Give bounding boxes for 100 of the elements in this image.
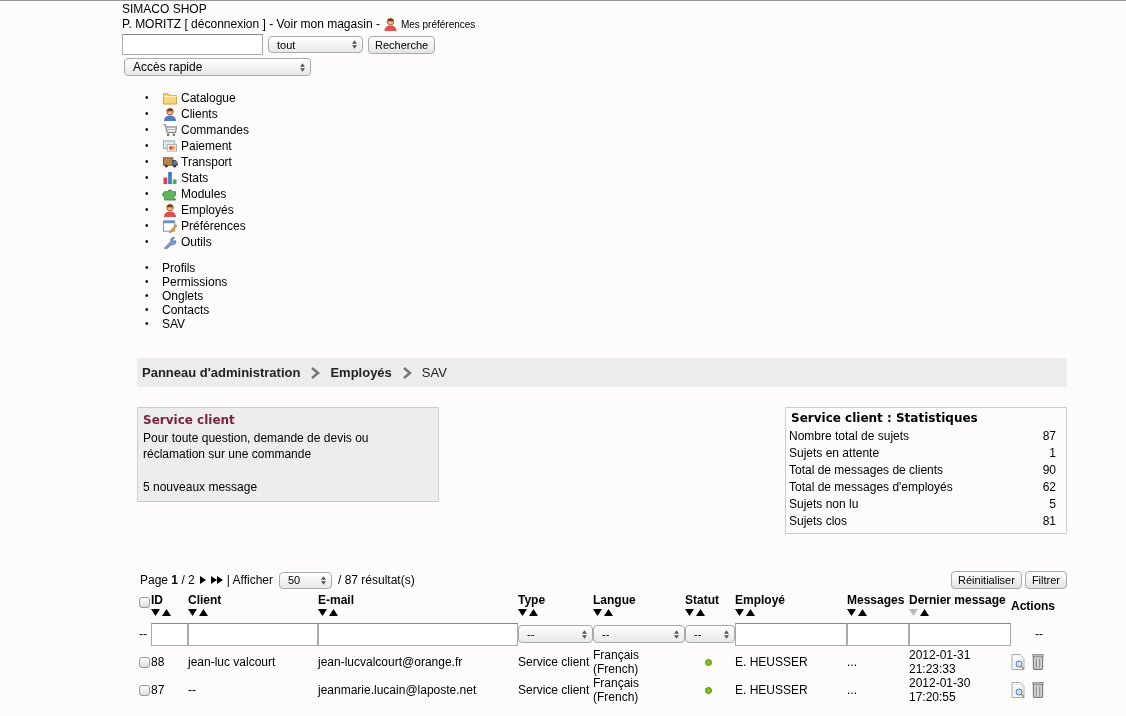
filter-dropdown[interactable]: -- [518, 625, 593, 643]
search-button[interactable]: Recherche [368, 35, 436, 54]
menu-item[interactable]: Préférences [181, 219, 246, 233]
table-cell: 88 [151, 655, 165, 669]
table-cell: Français (French) [593, 648, 639, 676]
table-cell: -- [188, 683, 196, 697]
filter-field[interactable] [151, 622, 188, 646]
table-cell: jean-lucvalcourt@orange.fr [318, 655, 463, 669]
stat-value: 81 [1042, 513, 1056, 530]
column-header: Dernier message [909, 593, 1007, 607]
bullet: • [145, 289, 150, 303]
stat-label: Nombre total de sujets [789, 428, 910, 445]
wrench-icon [162, 235, 178, 249]
row-checkbox[interactable] [139, 684, 150, 696]
filter-dropdown[interactable]: -- [685, 625, 735, 643]
table-cell: jean-luc valcourt [188, 655, 276, 669]
reset-button[interactable]: Réinitialiser [951, 571, 1022, 589]
quick-access-dropdown[interactable]: Accès rapide [124, 58, 311, 76]
table-cell: Service client [518, 655, 590, 669]
menu-item[interactable]: Transport [181, 155, 232, 169]
stat-label: Sujets en attente [789, 445, 880, 462]
sort-descending-icon[interactable] [685, 609, 694, 616]
truck-icon [162, 155, 178, 169]
sort-ascending-icon[interactable] [329, 609, 338, 616]
filter-dropdown[interactable]: -- [593, 625, 685, 643]
sort-ascending-icon[interactable] [162, 609, 171, 616]
menu-item[interactable]: Outils [181, 235, 212, 249]
bullet: • [145, 203, 150, 217]
chevron-right-icon [310, 366, 321, 379]
trash-can-icon[interactable] [1031, 682, 1045, 698]
filter-field[interactable] [847, 622, 909, 646]
menu-item[interactable]: Commandes [181, 123, 250, 137]
sort-descending-icon[interactable] [318, 609, 327, 616]
bullet: • [145, 91, 150, 105]
menu-item[interactable]: Modules [181, 187, 227, 201]
sort-ascending-icon[interactable] [604, 609, 613, 616]
menu-item[interactable]: Stats [181, 171, 209, 185]
sort-ascending-icon[interactable] [746, 609, 755, 616]
shop-name: SIMACO SHOP [122, 1, 208, 17]
filter-button[interactable]: Filtrer [1024, 571, 1067, 589]
chevron-right-icon [401, 366, 412, 379]
next-page-icon[interactable] [197, 575, 207, 585]
search-field[interactable] [122, 34, 263, 55]
table-cell: E. HEUSSER [735, 683, 808, 697]
view-document-icon[interactable] [1011, 654, 1025, 670]
column-header: Employé [735, 593, 786, 607]
filter-field[interactable] [909, 622, 1011, 646]
person-icon [382, 17, 398, 32]
bar-chart-icon [162, 171, 178, 185]
sort-descending-icon[interactable] [188, 609, 197, 616]
column-header: Messages [847, 593, 906, 607]
trash-can-icon[interactable] [1031, 654, 1045, 670]
stat-value: 5 [1049, 496, 1056, 513]
sort-ascending-icon[interactable] [858, 609, 867, 616]
sort-descending-icon[interactable] [518, 609, 527, 616]
submenu-item[interactable]: Profils [162, 261, 196, 275]
bullet: • [145, 171, 150, 185]
menu-item[interactable]: Employés [181, 203, 234, 217]
sort-descending-icon[interactable] [735, 609, 744, 616]
select-all-checkbox[interactable] [139, 597, 150, 608]
dropdown-arrows-icon [674, 629, 679, 639]
table-cell: 2012-01-30 17:20:55 [909, 676, 971, 704]
sort-ascending-icon[interactable] [199, 609, 208, 616]
sort-descending-icon[interactable] [593, 609, 602, 616]
sort-descending-icon[interactable] [847, 609, 856, 616]
view-document-icon[interactable] [1011, 682, 1025, 698]
new-messages-text: 5 nouveaux message [143, 480, 259, 494]
filter-field[interactable] [735, 622, 847, 646]
menu-item[interactable]: Catalogue [181, 91, 236, 105]
dropdown-arrows-icon [321, 575, 326, 585]
person-icon [162, 203, 178, 217]
submenu-item[interactable]: Contacts [162, 303, 210, 317]
column-header: Actions [1011, 599, 1056, 613]
filter-field[interactable] [318, 622, 518, 646]
stat-value: 87 [1042, 428, 1056, 445]
submenu-item[interactable]: Onglets [162, 289, 204, 303]
sort-ascending-icon[interactable] [529, 609, 538, 616]
table-cell: ... [847, 655, 857, 669]
row-checkbox[interactable] [139, 656, 150, 668]
filter-field[interactable] [188, 622, 318, 646]
scope-dropdown[interactable]: tout [268, 36, 363, 53]
submenu-item[interactable]: Permissions [162, 275, 228, 289]
sort-ascending-icon[interactable] [920, 609, 929, 616]
per-page-dropdown[interactable]: 50 [279, 571, 332, 589]
sort-descending-icon[interactable] [151, 609, 160, 616]
menu-item[interactable]: Clients [181, 107, 218, 121]
dropdown-arrows-icon [300, 62, 305, 72]
window-pencil-icon [162, 219, 178, 233]
dropdown-arrows-icon [352, 40, 357, 49]
breadcrumb-item[interactable]: Panneau d'administration [142, 365, 301, 380]
no-filter-dash: -- [139, 616, 151, 648]
last-page-icon[interactable] [209, 575, 224, 585]
preferences-link[interactable]: Mes préférences [400, 17, 476, 32]
table-cell: ... [847, 683, 857, 697]
results-count: / 87 résultat(s) [338, 573, 415, 587]
menu-item[interactable]: Paiement [181, 139, 232, 153]
submenu-item[interactable]: SAV [162, 317, 186, 331]
breadcrumb-item[interactable]: Employés [330, 365, 392, 380]
sort-ascending-icon[interactable] [696, 609, 705, 616]
table-cell: Français (French) [593, 676, 639, 704]
